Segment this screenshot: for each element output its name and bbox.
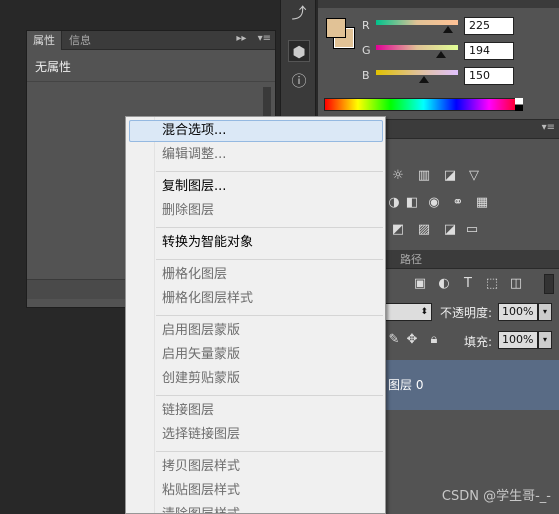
tab-paths[interactable]: 路径: [386, 250, 436, 269]
opacity-input[interactable]: 100%: [498, 303, 538, 321]
menu-separator: [156, 227, 383, 228]
filter-shape-icon[interactable]: ⬚: [484, 276, 500, 292]
menu-item-select-linked-layers[interactable]: 选择链接图层: [162, 424, 240, 446]
color-spectrum-bar[interactable]: [324, 98, 523, 111]
menu-item-enable-vector-mask[interactable]: 启用矢量蒙版: [162, 344, 240, 366]
layer-name[interactable]: 图层 0: [388, 376, 423, 393]
filter-type-icon[interactable]: T: [460, 276, 476, 292]
info-icon[interactable]: ⓘ: [288, 70, 310, 92]
hue-saturation-icon[interactable]: ◑: [386, 195, 402, 211]
lock-all-icon[interactable]: 🔒︎: [426, 332, 442, 348]
channel-b-slider[interactable]: [376, 70, 458, 75]
channel-mixer-icon[interactable]: ⚭: [450, 195, 466, 211]
menu-item-delete-layer[interactable]: 删除图层: [162, 200, 214, 222]
filter-smart-object-icon[interactable]: ◫: [508, 276, 524, 292]
channel-g-slider[interactable]: [376, 45, 458, 50]
channel-g-label: G: [362, 44, 371, 57]
fill-input[interactable]: 100%: [498, 331, 538, 349]
3d-icon[interactable]: ⬢: [288, 40, 310, 62]
menu-separator: [156, 395, 383, 396]
invert-icon[interactable]: ◩: [390, 222, 406, 238]
channel-r-label: R: [362, 19, 370, 32]
channel-b-label: B: [362, 69, 370, 82]
selective-color-icon[interactable]: ▭: [464, 222, 480, 238]
layer-row[interactable]: 图层 0: [384, 360, 559, 410]
tab-properties[interactable]: 属性: [27, 31, 62, 50]
foreground-color-swatch[interactable]: [326, 18, 346, 38]
tab-info[interactable]: 信息: [63, 31, 97, 50]
expand-icon[interactable]: ▸▸: [236, 33, 246, 44]
history-icon[interactable]: ⤴: [288, 2, 310, 24]
filter-adjustment-icon[interactable]: ◐: [436, 276, 452, 292]
channel-r-value[interactable]: 225: [464, 17, 514, 35]
menu-item-edit-adjustment[interactable]: 编辑调整...: [162, 144, 226, 166]
gradient-map-icon[interactable]: ▽: [466, 168, 482, 184]
lock-pixels-icon[interactable]: ✎: [386, 332, 402, 348]
channel-g-thumb[interactable]: [436, 51, 446, 58]
opacity-dropdown[interactable]: ▾: [538, 303, 552, 321]
channel-b-thumb[interactable]: [419, 76, 429, 83]
properties-tabbar: 属性 信息 ▸▸ ▾≡: [27, 31, 275, 50]
menu-separator: [156, 171, 383, 172]
filter-pixel-icon[interactable]: ▣: [412, 276, 428, 292]
menu-icon[interactable]: ▾≡: [258, 33, 271, 44]
menu-item-copy-layer-style[interactable]: 拷贝图层样式: [162, 456, 240, 478]
menu-icon-column: [154, 117, 155, 513]
black-white-swatch[interactable]: [515, 98, 523, 111]
color-lookup-icon[interactable]: ▦: [474, 195, 490, 211]
no-properties-label: 无属性: [35, 60, 72, 74]
menu-separator: [156, 259, 383, 260]
menu-item-create-clipping-mask[interactable]: 创建剪贴蒙版: [162, 368, 240, 390]
fill-dropdown[interactable]: ▾: [538, 331, 552, 349]
levels-icon[interactable]: ▥: [416, 168, 432, 184]
layers-tabbar: 路径: [384, 250, 559, 269]
opacity-label: 不透明度:: [440, 306, 493, 320]
menu-item-clear-layer-style[interactable]: 清除图层样式: [162, 504, 240, 513]
channel-r-thumb[interactable]: [443, 26, 453, 33]
adjustments-header: ▾≡: [384, 120, 559, 139]
menu-item-duplicate-layer[interactable]: 复制图层...: [162, 176, 226, 198]
blend-mode-select[interactable]: ⬍: [384, 303, 432, 321]
menu-item-blending-options[interactable]: 混合选项...: [162, 120, 226, 142]
menu-item-link-layers[interactable]: 链接图层: [162, 400, 214, 422]
posterize-icon[interactable]: ▨: [416, 222, 432, 238]
channel-b-value[interactable]: 150: [464, 67, 514, 85]
menu-separator: [156, 451, 383, 452]
filter-toggle[interactable]: [544, 274, 554, 294]
fill-label: 填充:: [464, 335, 493, 349]
lock-position-icon[interactable]: ✥: [404, 332, 420, 348]
photo-filter-icon[interactable]: ◉: [426, 195, 442, 211]
menu-item-rasterize-layer[interactable]: 栅格化图层: [162, 264, 227, 286]
menu-item-enable-layer-mask[interactable]: 启用图层蒙版: [162, 320, 240, 342]
channel-r-slider[interactable]: [376, 20, 458, 25]
brightness-contrast-icon[interactable]: ☼: [390, 168, 406, 184]
menu-item-convert-to-smart-object[interactable]: 转换为智能对象: [162, 232, 253, 254]
menu-item-rasterize-layer-style[interactable]: 栅格化图层样式: [162, 288, 253, 310]
curves-icon[interactable]: ◪: [442, 168, 458, 184]
threshold-icon[interactable]: ◪: [442, 222, 458, 238]
panel-menu-icon[interactable]: ▸▸ ▾≡: [236, 33, 271, 44]
menu-item-paste-layer-style[interactable]: 粘贴图层样式: [162, 480, 240, 502]
menu-separator: [156, 315, 383, 316]
menu-icon[interactable]: ▾≡: [542, 122, 555, 133]
channel-g-value[interactable]: 194: [464, 42, 514, 60]
context-menu: 混合选项... 编辑调整... 复制图层... 删除图层 转换为智能对象 栅格化…: [125, 116, 386, 514]
layers-panel: 路径 ▣ ◐ T ⬚ ◫ ⬍ 不透明度: 100% ▾ ✎ ✥ 🔒︎ 填充: 1…: [384, 250, 559, 514]
color-balance-icon[interactable]: ◧: [404, 195, 420, 211]
watermark: CSDN @学生哥-_-: [441, 489, 551, 504]
color-panel: R 225 G 194 B 150: [318, 0, 559, 120]
adjustments-panel: ▾≡ ☼ ▥ ◪ ▽ ◑ ◧ ◉ ⚭ ▦ ◩ ▨ ◪ ▭: [384, 120, 559, 250]
divider: [27, 81, 275, 82]
color-tabbar: [318, 0, 559, 8]
